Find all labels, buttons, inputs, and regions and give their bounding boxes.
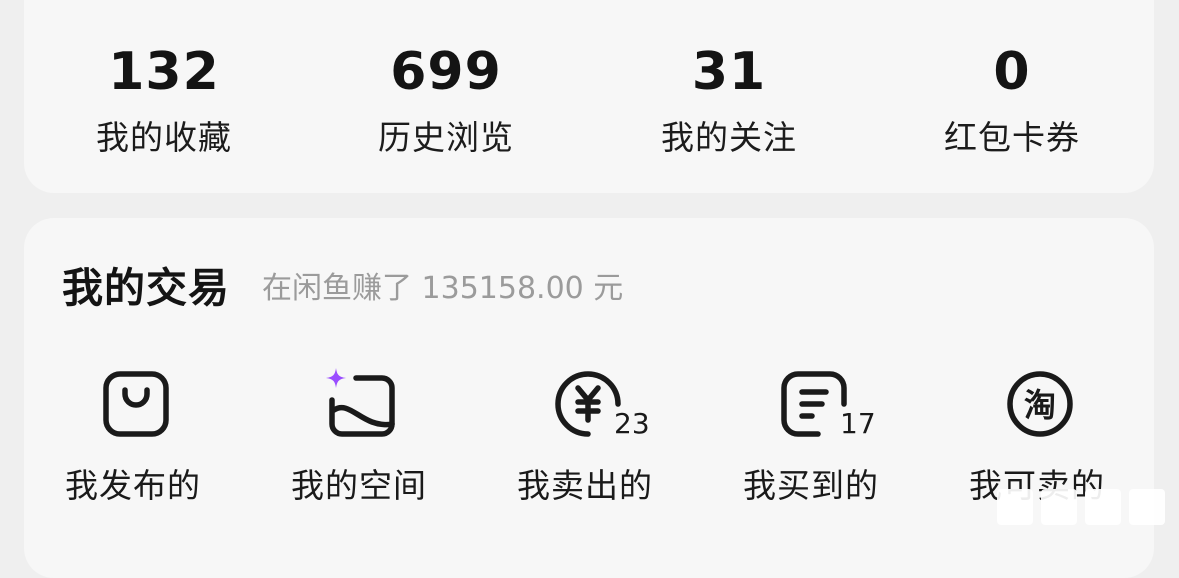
taobao-icon-text: 淘 bbox=[1024, 386, 1056, 424]
bought-count-badge: 17 bbox=[838, 407, 878, 440]
action-my-space[interactable]: 我的空间 bbox=[254, 358, 464, 518]
stat-label: 红包卡券 bbox=[944, 118, 1080, 157]
watermark-block bbox=[1129, 489, 1165, 525]
stat-value: 699 bbox=[390, 42, 502, 102]
stat-coupons[interactable]: 0 红包卡券 bbox=[872, 0, 1152, 193]
stat-value: 31 bbox=[691, 42, 767, 102]
action-label: 我买到的 bbox=[743, 466, 879, 505]
sold-count-badge: 23 bbox=[612, 407, 652, 440]
stat-following[interactable]: 31 我的关注 bbox=[589, 0, 869, 193]
stat-value: 0 bbox=[993, 42, 1031, 102]
stat-label: 我的收藏 bbox=[96, 118, 232, 157]
action-published[interactable]: 我发布的 bbox=[28, 358, 238, 518]
watermark bbox=[997, 489, 1165, 525]
sparkle-image-icon bbox=[326, 368, 398, 440]
stat-favorites[interactable]: 132 我的收藏 bbox=[24, 0, 304, 193]
stats-card: 132 我的收藏 699 历史浏览 31 我的关注 0 红包卡券 bbox=[24, 0, 1154, 193]
shopping-bag-icon bbox=[100, 368, 172, 440]
trade-earnings: 在闲鱼赚了 135158.00 元 bbox=[262, 271, 624, 306]
watermark-block bbox=[1041, 489, 1077, 525]
trade-title: 我的交易 bbox=[62, 264, 230, 312]
action-label: 我的空间 bbox=[291, 466, 427, 505]
taobao-icon: 淘 bbox=[1004, 368, 1076, 440]
stat-history[interactable]: 699 历史浏览 bbox=[306, 0, 586, 193]
stat-label: 我的关注 bbox=[661, 118, 797, 157]
stat-value: 132 bbox=[108, 42, 220, 102]
trade-card: 我的交易 在闲鱼赚了 135158.00 元 我发布的 我的空间 23 我卖出的… bbox=[24, 218, 1154, 578]
watermark-block bbox=[997, 489, 1033, 525]
action-sold[interactable]: 23 我卖出的 bbox=[480, 358, 690, 518]
order-list-icon: 17 bbox=[778, 368, 878, 440]
action-label: 我发布的 bbox=[65, 466, 201, 505]
action-label: 我卖出的 bbox=[517, 466, 653, 505]
yen-circle-icon: 23 bbox=[552, 368, 652, 440]
stat-label: 历史浏览 bbox=[378, 118, 514, 157]
watermark-block bbox=[1085, 489, 1121, 525]
action-bought[interactable]: 17 我买到的 bbox=[706, 358, 916, 518]
